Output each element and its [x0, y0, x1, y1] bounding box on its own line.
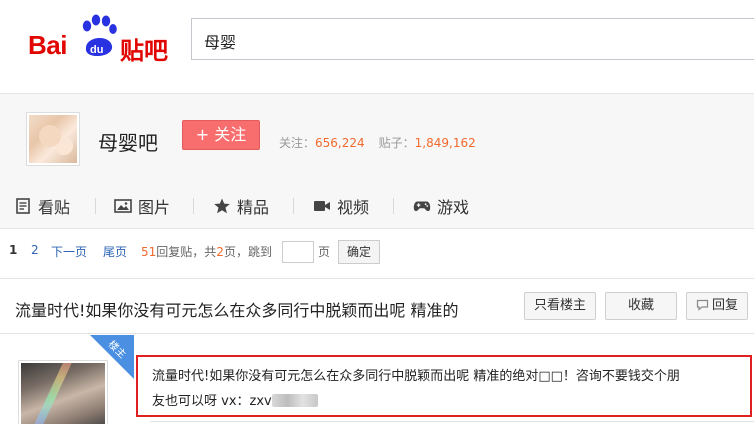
nav-divider	[393, 198, 394, 214]
video-camera-icon	[314, 201, 330, 211]
image-icon	[114, 199, 132, 213]
search-input[interactable]: 母婴	[191, 18, 754, 60]
gamepad-icon	[413, 201, 431, 212]
post-content: 流量时代!如果你没有可元怎么在众多同行中脱颖而出呢 精准的绝对□□！咨询不要钱交…	[152, 364, 748, 414]
tab-images-label: 图片	[138, 198, 171, 217]
follow-button[interactable]: + 关注	[182, 120, 260, 150]
tab-featured-label: 精品	[237, 198, 270, 217]
page-link-2[interactable]: 2	[31, 243, 39, 257]
only-host-button[interactable]: 只看楼主	[524, 292, 596, 320]
follow-count: 656,224	[315, 136, 365, 150]
tab-videos[interactable]: 视频	[313, 196, 370, 217]
logo-du-text: du	[90, 44, 103, 56]
reply-button[interactable]: 回复	[686, 292, 748, 320]
reply-button-label: 回复	[711, 298, 738, 313]
post-line-1: 流量时代!如果你没有可元怎么在众多同行中脱颖而出呢 精准的绝对□□！咨询不要钱交…	[152, 369, 680, 384]
tab-games-label: 游戏	[437, 198, 470, 217]
tab-featured[interactable]: 精品	[213, 196, 270, 217]
forum-avatar-image	[29, 115, 77, 163]
star-icon	[214, 198, 230, 214]
nav-divider	[95, 198, 96, 214]
reply-count: 51	[141, 245, 157, 259]
tab-posts[interactable]: 看贴	[14, 196, 71, 217]
post-line-2: 友也可以呀 vx：zxv	[152, 389, 748, 414]
post-line-2-text: 友也可以呀 vx：zxv	[152, 394, 272, 409]
host-badge: 楼主	[90, 335, 134, 379]
nav-divider	[293, 198, 294, 214]
baidu-tieba-logo[interactable]: Bai du 贴吧	[28, 14, 178, 65]
post-count: 1,849,162	[414, 136, 476, 150]
tab-images[interactable]: 图片	[114, 196, 171, 217]
nav-divider	[193, 198, 194, 214]
page-current: 1	[9, 243, 18, 257]
reply-text: 回复贴，共	[156, 245, 217, 259]
page-jump-input[interactable]	[282, 241, 314, 263]
forum-name[interactable]: 母婴吧	[98, 127, 158, 156]
logo-tieba-text: 贴吧	[120, 37, 168, 65]
total-pages: 2	[216, 245, 224, 259]
forum-avatar[interactable]	[26, 112, 80, 166]
last-page-link[interactable]: 尾页	[103, 243, 127, 260]
tab-posts-label: 看贴	[38, 198, 71, 217]
tab-games[interactable]: 游戏	[413, 196, 470, 217]
search-input-value: 母婴	[204, 33, 237, 52]
thread-title: 流量时代!如果你没有可元怎么在众多同行中脱颖而出呢 精准的	[15, 301, 459, 320]
blurred-contact	[271, 394, 318, 407]
collect-button[interactable]: 收藏	[605, 292, 677, 320]
follow-count-label: 关注：	[279, 136, 316, 150]
jump-text: 页，跳到	[223, 245, 272, 259]
reply-bubble-icon	[696, 299, 709, 311]
next-page-link[interactable]: 下一页	[51, 243, 87, 260]
logo-bai-text: Bai	[28, 30, 67, 60]
tab-videos-label: 视频	[337, 198, 370, 217]
page-unit-label: 页	[318, 245, 331, 259]
forum-stats: 关注：656,224 贴子：1,849,162	[279, 134, 476, 151]
confirm-jump-button[interactable]: 确定	[338, 240, 380, 264]
post-divider	[150, 421, 754, 422]
document-icon	[16, 198, 30, 214]
post-count-label: 贴子：	[378, 136, 415, 150]
baidu-paw-icon: du	[82, 14, 117, 57]
reply-summary: 51回复贴，共2页，跳到	[141, 243, 272, 260]
